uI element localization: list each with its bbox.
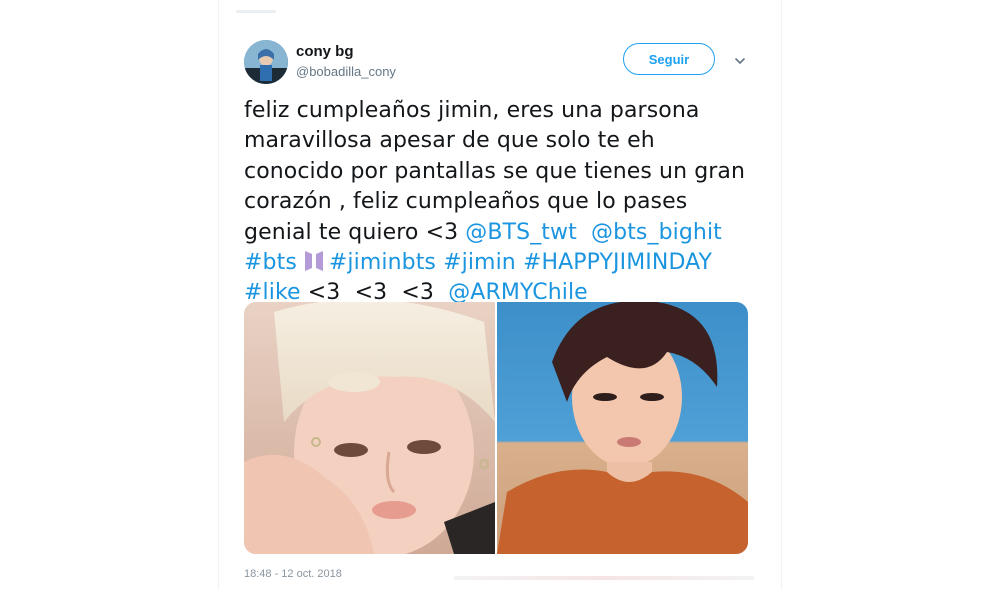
- tweet-line: #bts #jiminbts #jimin #HAPPYJIMINDAY: [244, 248, 754, 278]
- photo-right[interactable]: [497, 302, 748, 554]
- tweet-line: feliz cumpleaños jimin, eres una parsona: [244, 96, 754, 126]
- tweet-timestamp[interactable]: 18:48 - 12 oct. 2018: [244, 568, 342, 580]
- chevron-down-icon[interactable]: [733, 54, 747, 68]
- mention-link[interactable]: @BTS_twt: [465, 220, 577, 245]
- tweet-text: feliz cumpleaños jimin, eres una parsona…: [244, 96, 754, 309]
- display-name[interactable]: cony bg: [296, 43, 354, 60]
- tweet-line: corazón , feliz cumpleaños que lo pases: [244, 187, 754, 217]
- tweet-text-segment: maravillosa apesar de que solo te eh: [244, 128, 655, 154]
- tweet-text-segment: corazón , feliz cumpleaños que lo pases: [244, 189, 688, 215]
- tweet-media[interactable]: [244, 302, 748, 554]
- actions-divider: [454, 576, 754, 580]
- tweet-line: maravillosa apesar de que solo te eh: [244, 126, 754, 156]
- tweet-text-segment: [516, 250, 523, 275]
- hashtag-link[interactable]: #HAPPYJIMINDAY: [523, 250, 712, 275]
- hashtag-link[interactable]: #jiminbts: [329, 250, 436, 275]
- photo-left[interactable]: [244, 302, 495, 554]
- mention-link[interactable]: @bts_bighit: [591, 220, 722, 245]
- user-handle[interactable]: @bobadilla_cony: [296, 64, 396, 79]
- hashtag-link[interactable]: #bts: [244, 250, 297, 275]
- tweet-text-segment: [577, 220, 591, 245]
- tweet-line: conocido por pantallas se que tienes un …: [244, 157, 754, 187]
- tweet-line: genial te quiero <3 @BTS_twt @bts_bighit: [244, 218, 754, 248]
- avatar[interactable]: [244, 40, 288, 84]
- tweet-text-segment: feliz cumpleaños jimin, eres una parsona: [244, 98, 700, 123]
- tweet-text-segment: genial te quiero <3: [244, 219, 466, 245]
- tweet-text-segment: conocido por pantallas se que tienes un …: [244, 158, 746, 184]
- top-divider: [236, 10, 276, 13]
- hashtag-link[interactable]: #jimin: [443, 250, 516, 275]
- bts-logo-icon: [304, 251, 323, 272]
- follow-button[interactable]: Seguir: [623, 43, 715, 75]
